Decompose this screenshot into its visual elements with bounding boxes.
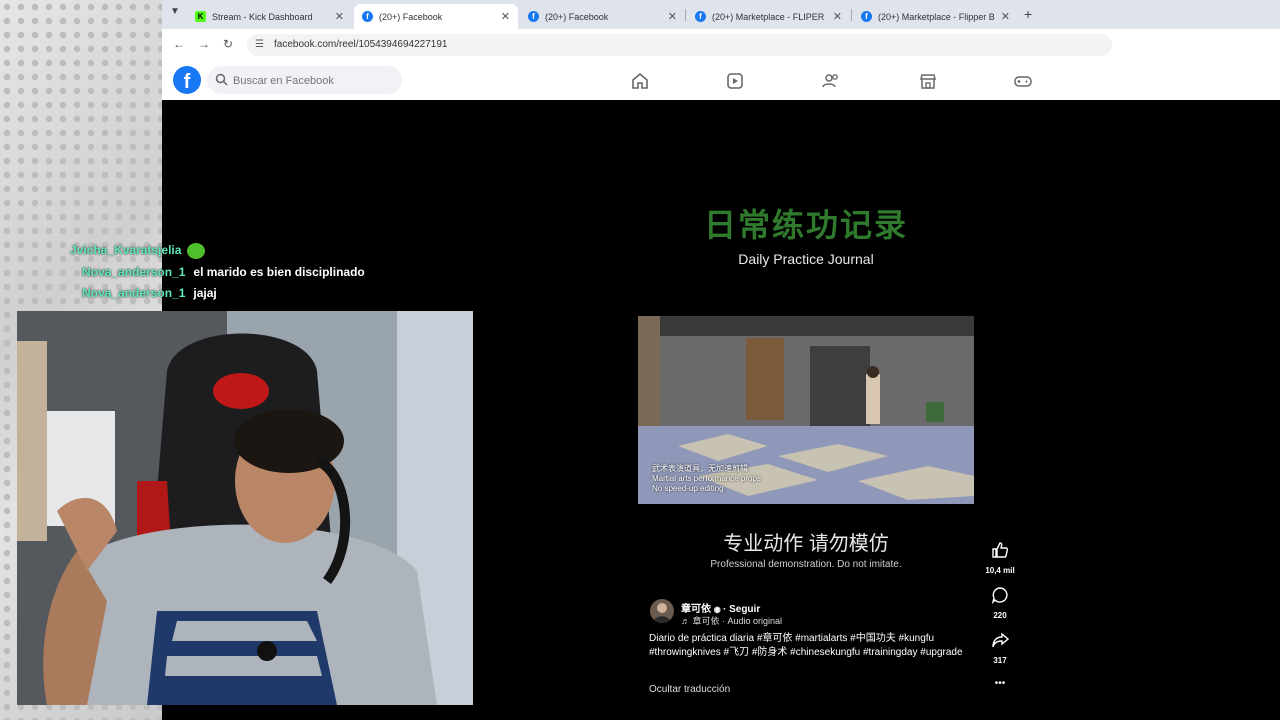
url-text: facebook.com/reel/1054394694227191 [274, 39, 448, 50]
share-button[interactable]: 317 [976, 631, 1024, 665]
close-tab-icon[interactable]: ✕ [833, 10, 842, 23]
emote-icon [187, 243, 206, 259]
site-info-icon[interactable]: ☰ [255, 39, 264, 50]
browser-tab-marketplace-flipper[interactable]: f (20+) Marketplace - Flipper Bla ✕ [853, 4, 1018, 29]
facebook-logo[interactable]: f [173, 66, 201, 94]
gaming-icon[interactable] [1013, 71, 1033, 91]
browser-tab-kick[interactable]: K Stream - Kick Dashboard ✕ [187, 4, 352, 29]
facebook-icon: f [528, 11, 539, 22]
chat-message: Nova_anderson_1 el marido es bien discipl… [82, 265, 365, 279]
tab-separator [851, 9, 852, 21]
address-bar-row: ← → ↻ ☰ facebook.com/reel/10543946942271… [162, 29, 1280, 62]
facebook-header: f [162, 61, 1280, 100]
like-button[interactable]: 10,4 mil [976, 541, 1024, 575]
browser-tab-bar: ▼ K Stream - Kick Dashboard ✕ f (20+) Fa… [162, 0, 1280, 29]
kick-icon: K [195, 11, 206, 22]
chat-username: Nova_anderson_1 [82, 286, 186, 300]
new-tab-button[interactable]: + [1024, 6, 1032, 22]
close-tab-icon[interactable]: ✕ [335, 10, 344, 23]
forward-icon[interactable]: → [198, 37, 210, 51]
reel-video[interactable]: 日常练功记录 Daily Practice Journal 武术表演道具，无加速… [606, 100, 1010, 720]
reload-icon[interactable]: ↻ [223, 37, 233, 51]
chat-message: Nova_anderson_1 jajaj [82, 286, 217, 300]
hide-translation-link[interactable]: Ocultar traducción [649, 684, 730, 695]
more-options-icon[interactable]: ••• [976, 678, 1024, 689]
marketplace-icon[interactable] [918, 71, 938, 91]
facebook-logo-letter: f [183, 71, 191, 93]
home-icon[interactable] [630, 71, 650, 91]
browser-tab-facebook[interactable]: f (20+) Facebook ✕ [520, 4, 685, 29]
author-line: 章可依 ◉ · Seguir [681, 600, 760, 615]
browser-tab-marketplace-fliper[interactable]: f (20+) Marketplace - FLIPER | Fa ✕ [687, 4, 850, 29]
comment-count: 220 [993, 611, 1007, 620]
verified-icon: ◉ [713, 605, 723, 614]
tab-title: Stream - Kick Dashboard [212, 11, 313, 22]
reel-clip-frame: 武术表演道具，无加速剪辑 Martial arts performance pr… [638, 316, 974, 504]
comment-button[interactable]: 220 [976, 586, 1024, 620]
comment-icon [991, 587, 1008, 605]
clip-subtitle-english-1: Martial arts performance props [652, 474, 761, 483]
share-count: 317 [993, 656, 1007, 665]
close-tab-icon[interactable]: ✕ [501, 10, 510, 23]
reel-title-english: Daily Practice Journal [738, 251, 874, 267]
streamer-webcam-image [17, 311, 473, 705]
tab-title: (20+) Facebook [545, 11, 609, 22]
tab-title: (20+) Facebook [379, 11, 443, 22]
tab-separator [685, 9, 686, 21]
clip-subtitle-english-2: No speed-up editing [652, 484, 724, 493]
like-icon [992, 542, 1009, 558]
webcam-feed [17, 311, 473, 705]
chat-message: Jvicha_Kvaratsjelia [70, 243, 206, 259]
clip-subtitle-chinese: 武术表演道具，无加速剪辑 [652, 464, 748, 473]
search-input[interactable] [231, 70, 395, 92]
warning-chinese: 专业动作 请勿模仿 [723, 533, 889, 555]
url-field[interactable]: ☰ facebook.com/reel/1054394694227191 [247, 34, 1112, 56]
close-tab-icon[interactable]: ✕ [668, 10, 677, 23]
close-tab-icon[interactable]: ✕ [1001, 10, 1010, 23]
share-icon [992, 632, 1010, 648]
audio-link[interactable]: ♬ 章可依 · Audio original [681, 614, 782, 627]
tab-search-dropdown-icon[interactable]: ▼ [170, 6, 180, 17]
reel-caption: Diario de práctica diaria #章可依 #martiala… [649, 633, 963, 658]
search-icon [215, 73, 228, 86]
browser-tab-facebook-active[interactable]: f (20+) Facebook ✕ [354, 4, 518, 29]
reel-title-chinese: 日常练功记录 [703, 206, 908, 244]
facebook-icon: f [695, 11, 706, 22]
avatar[interactable] [650, 599, 674, 623]
tab-title: (20+) Marketplace - FLIPER | Fa [712, 11, 827, 22]
back-icon[interactable]: ← [173, 37, 185, 51]
chat-username: Jvicha_Kvaratsjelia [70, 243, 182, 258]
chat-text: el marido es bien disciplinado [193, 265, 365, 279]
facebook-icon: f [362, 11, 373, 22]
warning-english: Professional demonstration. Do not imita… [710, 559, 902, 570]
facebook-search[interactable] [207, 66, 402, 94]
friends-icon[interactable] [821, 71, 841, 91]
tab-title: (20+) Marketplace - Flipper Bla [878, 11, 995, 22]
facebook-icon: f [861, 11, 872, 22]
video-icon[interactable] [725, 71, 745, 91]
chat-username: Nova_anderson_1 [82, 265, 186, 279]
like-count: 10,4 mil [985, 566, 1015, 575]
chat-text: jajaj [193, 286, 217, 300]
